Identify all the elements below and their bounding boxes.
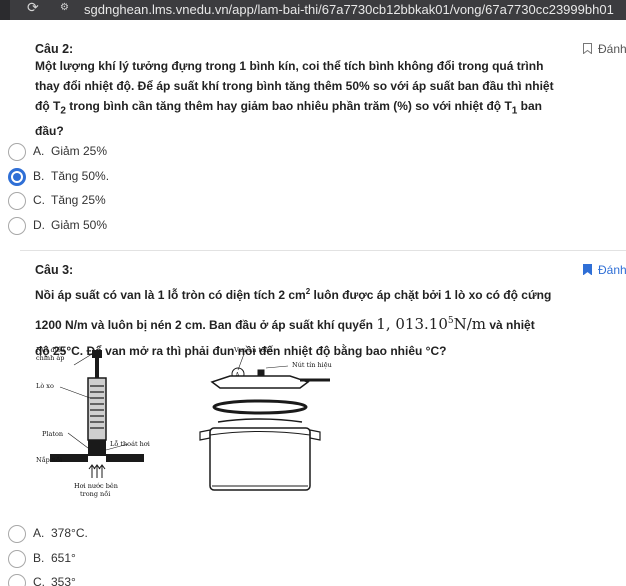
radio-button[interactable] (8, 217, 26, 235)
reload-icon[interactable]: ⟳ (27, 1, 41, 15)
option-3b[interactable]: B. 651° (8, 550, 208, 568)
svg-text:Nút điều: Nút điều (36, 345, 65, 354)
question-2-line-2: thay đổi nhiệt độ. Để áp suất khí trong … (35, 79, 554, 93)
question-2-text: Một lượng khí lý tưởng đựng trong 1 bình… (35, 56, 575, 141)
mark-question-2[interactable]: Đánh (583, 42, 626, 57)
pressure-cooker-figure: Nút điều chỉnh áp Lò xo Platon Lỗ thoát … (36, 345, 332, 498)
pressure-formula: 1, 013.105N/m (376, 315, 487, 333)
radio-button-selected[interactable] (8, 168, 26, 186)
svg-text:Nút tín hiệu: Nút tín hiệu (292, 361, 332, 369)
svg-text:Platon: Platon (42, 430, 63, 438)
bookmark-outline-icon (583, 43, 592, 54)
svg-text:Lò xo: Lò xo (36, 382, 54, 390)
option-2c[interactable]: C. Tăng 25% (8, 192, 208, 210)
mark-label: Đánh (598, 42, 626, 56)
radio-button[interactable] (8, 192, 26, 210)
back-button-area[interactable] (0, 0, 10, 20)
question-2-line-1: Một lượng khí lý tưởng đựng trong 1 bình… (35, 59, 544, 73)
question-2-line-4: đầu? (35, 124, 64, 139)
pressure-cooker-drawing: Van an toàn Nút tín hiệu A (199, 345, 332, 491)
radio-button[interactable] (8, 143, 26, 161)
radio-button[interactable] (8, 550, 26, 568)
question-divider (20, 250, 626, 251)
svg-text:Hơi nước bên: Hơi nước bên (74, 482, 118, 490)
option-2d[interactable]: D. Giảm 50% (8, 217, 208, 235)
question-2-line-3: độ T2 trong bình cần tăng thêm hay giảm … (35, 99, 543, 117)
option-3c[interactable]: C. 353° (8, 574, 208, 586)
svg-text:trong nồi: trong nồi (80, 489, 110, 498)
bookmark-filled-icon (583, 264, 592, 275)
option-2b[interactable]: B. Tăng 50%. (8, 168, 208, 186)
question-2-title: Câu 2: (35, 42, 74, 56)
mark-label: Đánh (598, 263, 626, 277)
address-bar[interactable]: sgdnghean.lms.vnedu.vn/app/lam-bai-thi/6… (84, 2, 614, 17)
svg-text:chỉnh áp: chỉnh áp (36, 353, 64, 362)
question-3-title: Câu 3: (35, 263, 74, 277)
svg-text:Nắp nồi: Nắp nồi (36, 455, 62, 464)
option-2a[interactable]: A. Giảm 25% (8, 143, 208, 161)
radio-button[interactable] (8, 574, 26, 586)
browser-toolbar: ⟳ ⚙ sgdnghean.lms.vnedu.vn/app/lam-bai-t… (0, 0, 626, 20)
radio-button[interactable] (8, 525, 26, 543)
svg-text:Van an toàn: Van an toàn (233, 345, 273, 354)
option-3a[interactable]: A. 378°C. (8, 525, 208, 543)
site-info-icon[interactable]: ⚙ (60, 2, 76, 16)
mark-question-3[interactable]: Đánh (583, 263, 626, 278)
question-3-line-2: 1200 N/m và luôn bị nén 2 cm. Ban đầu ở … (35, 315, 535, 333)
svg-text:Lỗ thoát hơi: Lỗ thoát hơi (110, 439, 150, 448)
question-3-line-1: Nồi áp suất có van là 1 lỗ tròn có diện … (35, 287, 552, 302)
valve-cross-section: Nút điều chỉnh áp Lò xo Platon Lỗ thoát … (36, 345, 150, 498)
